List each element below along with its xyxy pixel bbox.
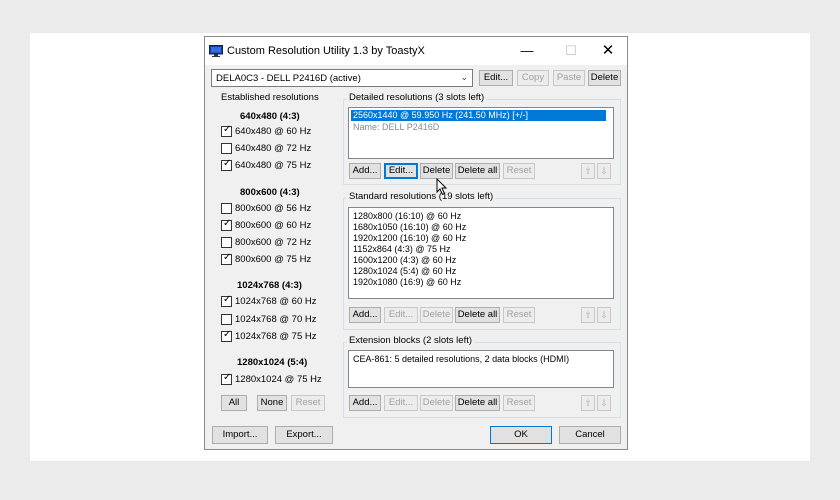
detailed-add-button[interactable]: Add... bbox=[349, 163, 381, 179]
established-group-heading: 800x600 (4:3) bbox=[240, 187, 300, 198]
arrow-up-icon[interactable]: ⇧ bbox=[581, 163, 595, 179]
extension-delete-all-button[interactable]: Delete all bbox=[455, 395, 500, 411]
checkbox-label: 1024x768 @ 60 Hz bbox=[235, 296, 317, 307]
maximize-button[interactable]: ☐ bbox=[561, 42, 581, 60]
established-group-heading: 640x480 (4:3) bbox=[240, 111, 300, 122]
checkbox-label: 800x600 @ 56 Hz bbox=[235, 203, 312, 214]
checkbox-label: 640x480 @ 60 Hz bbox=[235, 126, 312, 137]
mouse-cursor-icon bbox=[436, 178, 448, 196]
window-title: Custom Resolution Utility 1.3 by ToastyX bbox=[227, 45, 425, 57]
checkbox-label: 1024x768 @ 70 Hz bbox=[235, 314, 317, 325]
monitor-icon bbox=[209, 45, 223, 57]
checkmark-icon: ✓ bbox=[223, 124, 232, 135]
standard-edit-button[interactable]: Edit... bbox=[384, 307, 418, 323]
export-button[interactable]: Export... bbox=[275, 426, 333, 444]
standard-delete-button[interactable]: Delete bbox=[420, 307, 453, 323]
checkmark-icon: ✓ bbox=[223, 252, 232, 263]
extension-delete-button[interactable]: Delete bbox=[420, 395, 453, 411]
import-button[interactable]: Import... bbox=[212, 426, 268, 444]
standard-reset-button[interactable]: Reset bbox=[503, 307, 535, 323]
checkmark-icon: ✓ bbox=[223, 329, 232, 340]
list-item[interactable]: Name: DELL P2416D bbox=[353, 122, 439, 133]
extension-reset-button[interactable]: Reset bbox=[503, 395, 535, 411]
monitor-paste-button[interactable]: Paste bbox=[553, 70, 585, 86]
title-bar[interactable]: Custom Resolution Utility 1.3 by ToastyX… bbox=[205, 37, 627, 65]
arrow-up-icon[interactable]: ⇧ bbox=[581, 395, 595, 411]
arrow-down-icon[interactable]: ⇩ bbox=[597, 163, 611, 179]
checkbox-label: 640x480 @ 72 Hz bbox=[235, 143, 312, 154]
minimize-button[interactable]: — bbox=[517, 42, 537, 60]
checkbox-800x600-72[interactable] bbox=[221, 237, 232, 248]
checkbox-label: 1280x1024 @ 75 Hz bbox=[235, 374, 322, 385]
checkmark-icon: ✓ bbox=[223, 158, 232, 169]
established-none-button[interactable]: None bbox=[257, 395, 287, 411]
established-title: Established resolutions bbox=[219, 92, 321, 103]
extension-listbox[interactable]: CEA-861: 5 detailed resolutions, 2 data … bbox=[348, 350, 614, 388]
checkbox-640x480-60[interactable]: ✓ bbox=[221, 124, 232, 137]
checkbox-label: 800x600 @ 72 Hz bbox=[235, 237, 312, 248]
list-item[interactable]: 1920x1200 (16:10) @ 60 Hz bbox=[353, 233, 466, 244]
established-reset-button[interactable]: Reset bbox=[291, 395, 325, 411]
checkbox-640x480-75[interactable]: ✓ bbox=[221, 158, 232, 171]
monitor-select[interactable]: DELA0C3 - DELL P2416D (active) ⌄ bbox=[211, 69, 473, 87]
detailed-reset-button[interactable]: Reset bbox=[503, 163, 535, 179]
list-item[interactable]: 1920x1080 (16:9) @ 60 Hz bbox=[353, 277, 461, 288]
detailed-delete-all-button[interactable]: Delete all bbox=[455, 163, 500, 179]
monitor-copy-button[interactable]: Copy bbox=[517, 70, 549, 86]
checkbox-1024x768-70[interactable] bbox=[221, 314, 232, 325]
checkmark-icon: ✓ bbox=[223, 218, 232, 229]
detailed-edit-button[interactable]: Edit... bbox=[384, 163, 418, 179]
checkbox-640x480-72[interactable] bbox=[221, 143, 232, 154]
extension-title: Extension blocks (2 slots left) bbox=[347, 335, 475, 346]
checkmark-icon: ✓ bbox=[223, 372, 232, 383]
monitor-delete-button[interactable]: Delete bbox=[588, 70, 621, 86]
established-group-heading: 1280x1024 (5:4) bbox=[237, 357, 308, 368]
standard-delete-all-button[interactable]: Delete all bbox=[455, 307, 500, 323]
app-window: Custom Resolution Utility 1.3 by ToastyX… bbox=[204, 36, 628, 450]
checkbox-label: 640x480 @ 75 Hz bbox=[235, 160, 312, 171]
extension-add-button[interactable]: Add... bbox=[349, 395, 381, 411]
list-item[interactable]: 1680x1050 (16:10) @ 60 Hz bbox=[353, 222, 466, 233]
list-item[interactable]: 1152x864 (4:3) @ 75 Hz bbox=[353, 244, 451, 255]
cancel-button[interactable]: Cancel bbox=[559, 426, 621, 444]
standard-add-button[interactable]: Add... bbox=[349, 307, 381, 323]
list-item[interactable]: 2560x1440 @ 59.950 Hz (241.50 MHz) [+/-] bbox=[351, 110, 606, 121]
list-item[interactable]: 1280x1024 (5:4) @ 60 Hz bbox=[353, 266, 456, 277]
monitor-select-value: DELA0C3 - DELL P2416D (active) bbox=[216, 73, 361, 84]
checkbox-1280x1024-75[interactable]: ✓ bbox=[221, 372, 232, 385]
checkmark-icon: ✓ bbox=[223, 294, 232, 305]
checkbox-1024x768-60[interactable]: ✓ bbox=[221, 294, 232, 307]
list-item[interactable]: CEA-861: 5 detailed resolutions, 2 data … bbox=[353, 354, 569, 365]
established-group-heading: 1024x768 (4:3) bbox=[237, 280, 302, 291]
checkbox-label: 1024x768 @ 75 Hz bbox=[235, 331, 317, 342]
chevron-down-icon: ⌄ bbox=[460, 72, 468, 82]
arrow-down-icon[interactable]: ⇩ bbox=[597, 395, 611, 411]
detailed-listbox[interactable]: 2560x1440 @ 59.950 Hz (241.50 MHz) [+/-]… bbox=[348, 107, 614, 159]
established-all-button[interactable]: All bbox=[221, 395, 247, 411]
list-item[interactable]: 1600x1200 (4:3) @ 60 Hz bbox=[353, 255, 456, 266]
list-item[interactable]: 1280x800 (16:10) @ 60 Hz bbox=[353, 211, 461, 222]
monitor-edit-button[interactable]: Edit... bbox=[479, 70, 513, 86]
checkbox-800x600-75[interactable]: ✓ bbox=[221, 252, 232, 265]
close-button[interactable]: ✕ bbox=[598, 42, 618, 60]
detailed-delete-button[interactable]: Delete bbox=[420, 163, 453, 179]
checkbox-label: 800x600 @ 75 Hz bbox=[235, 254, 312, 265]
extension-edit-button[interactable]: Edit... bbox=[384, 395, 418, 411]
detailed-title: Detailed resolutions (3 slots left) bbox=[347, 92, 487, 103]
checkbox-1024x768-75[interactable]: ✓ bbox=[221, 329, 232, 342]
checkbox-800x600-60[interactable]: ✓ bbox=[221, 218, 232, 231]
ok-button[interactable]: OK bbox=[490, 426, 552, 444]
arrow-down-icon[interactable]: ⇩ bbox=[597, 307, 611, 323]
checkbox-label: 800x600 @ 60 Hz bbox=[235, 220, 312, 231]
standard-listbox[interactable]: 1280x800 (16:10) @ 60 Hz 1680x1050 (16:1… bbox=[348, 207, 614, 299]
standard-title: Standard resolutions (19 slots left) bbox=[347, 191, 496, 202]
checkbox-800x600-56[interactable] bbox=[221, 203, 232, 214]
arrow-up-icon[interactable]: ⇧ bbox=[581, 307, 595, 323]
